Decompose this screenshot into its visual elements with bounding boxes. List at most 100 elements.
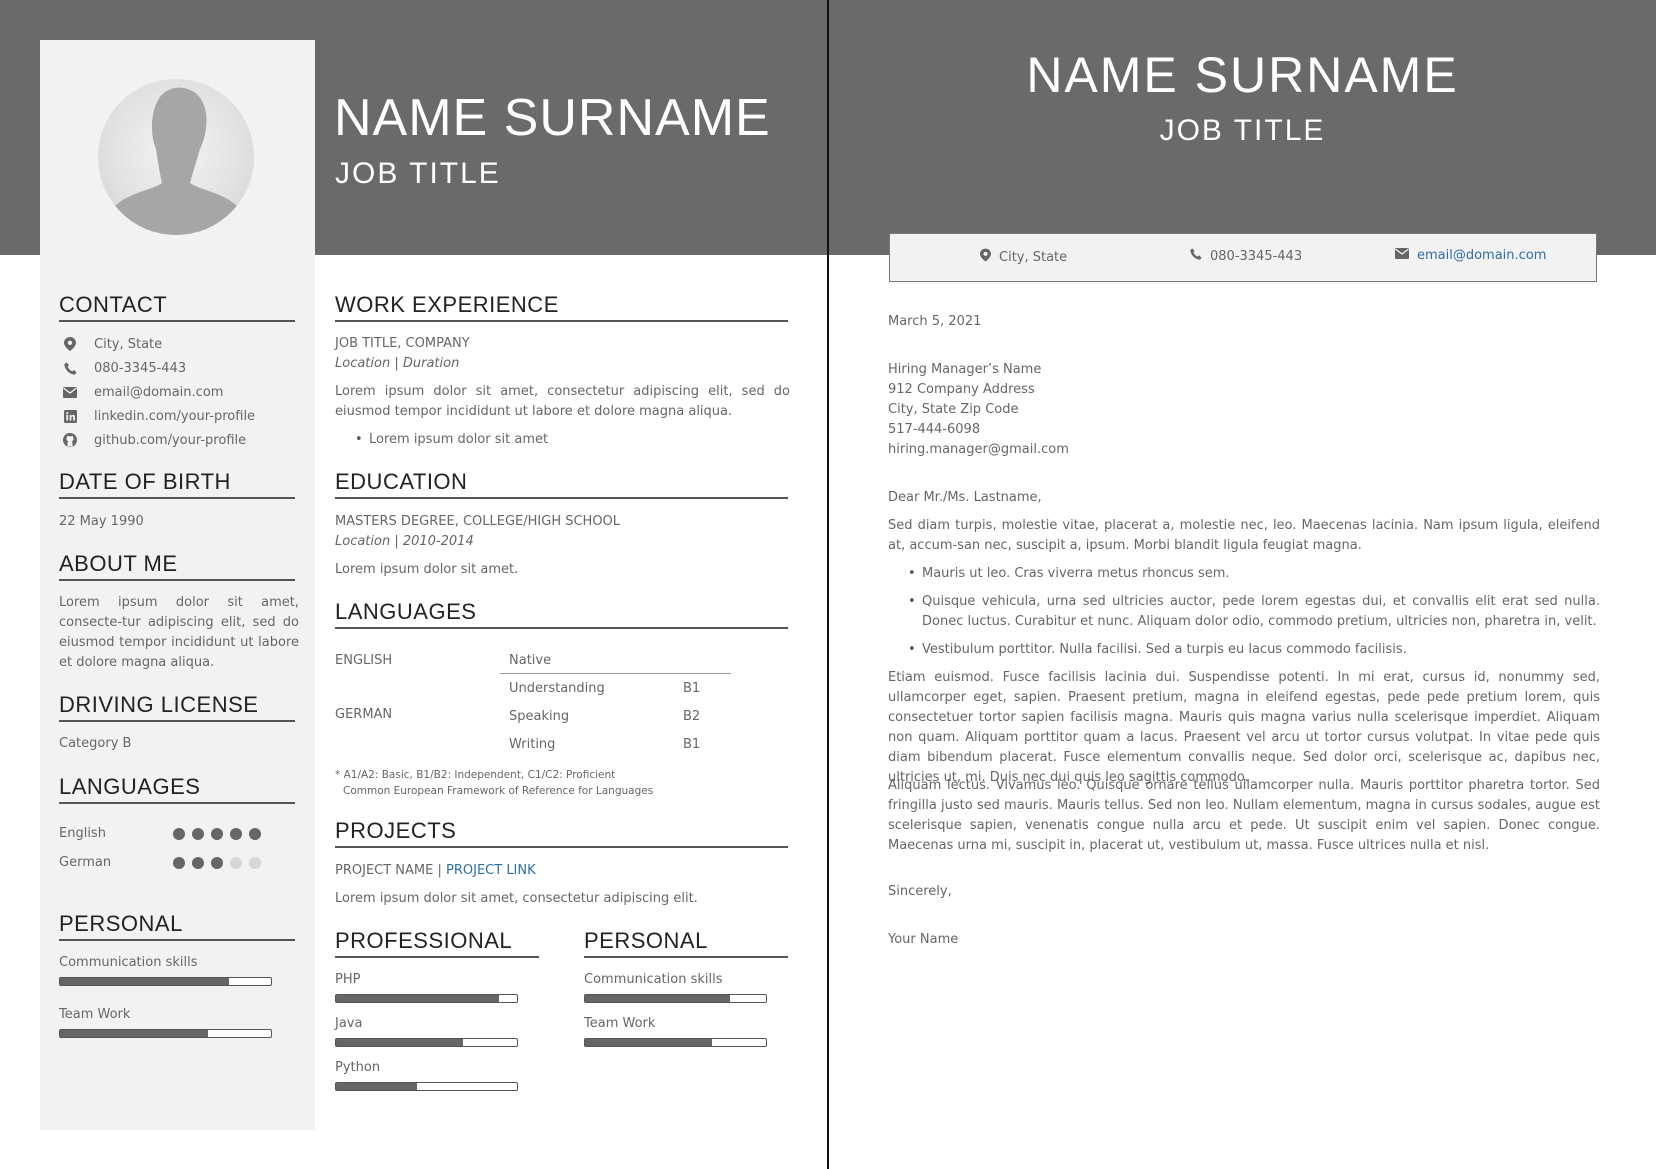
bar-fill <box>336 1039 463 1046</box>
language-german-skill-3: Writing <box>509 737 556 752</box>
letter-contact-box: City, State 080-3345-443 email@domain.co… <box>889 233 1597 282</box>
rating-dot <box>192 828 204 840</box>
rating-dot <box>192 857 204 869</box>
languages-heading: LANGUAGES <box>335 599 788 629</box>
recipient-name: Hiring Manager’s Name <box>888 362 1042 377</box>
rating-dot <box>211 828 223 840</box>
email-icon <box>62 384 78 400</box>
side-personal-heading: PERSONAL <box>59 911 295 941</box>
about-heading: ABOUT ME <box>59 551 295 581</box>
resume-page: NAME SURNAME JOB TITLE CONTACT City, Sta… <box>0 0 827 1169</box>
recipient-phone: 517-444-6098 <box>888 422 981 437</box>
contact-phone-text: 080-3345-443 <box>94 360 187 376</box>
letter-signature: Your Name <box>888 932 959 947</box>
work-role: JOB TITLE, COMPANY <box>335 336 470 351</box>
work-bullet: Lorem ipsum dolor sit amet <box>355 432 548 447</box>
language-english-level: Native <box>509 653 552 668</box>
cover-letter-page: NAME SURNAME JOB TITLE City, State 080-3… <box>829 0 1656 1169</box>
languages-table-divider <box>500 673 731 674</box>
bar-fill <box>585 1039 712 1046</box>
language-german-level-3: B1 <box>683 737 701 752</box>
project-description: Lorem ipsum dolor sit amet, consectetur … <box>335 891 698 906</box>
language-german-level-1: B1 <box>683 681 701 696</box>
main-skill-communication-bar <box>584 994 767 1003</box>
bar-fill <box>60 978 229 985</box>
resume-name: NAME SURNAME <box>334 89 771 147</box>
rating-dot <box>249 828 261 840</box>
letter-bullet-2: Quisque vehicula, urna sed ultricies auc… <box>908 592 1600 632</box>
side-skill-communication-bar <box>59 977 272 986</box>
cefr-link[interactable]: Common European Framework of Reference f… <box>343 785 653 797</box>
main-skill-teamwork-bar <box>584 1038 767 1047</box>
contact-linkedin[interactable]: linkedin.com/your-profile <box>62 406 255 426</box>
phone-icon <box>62 360 78 376</box>
work-description: Lorem ipsum dolor sit amet, consectetur … <box>335 384 790 419</box>
contact-github[interactable]: github.com/your-profile <box>62 430 246 450</box>
letter-contact-email[interactable]: email@domain.com <box>1395 248 1546 263</box>
letter-intro: Sed diam turpis, molestie vitae, placera… <box>888 518 1600 553</box>
contact-linkedin-link[interactable]: linkedin.com/your-profile <box>94 409 255 424</box>
side-skill-communication: Communication skills <box>59 955 198 970</box>
rating-dot <box>173 857 185 869</box>
letter-bullet-1: Mauris ut leo. Cras viverra metus rhoncu… <box>908 564 1600 584</box>
letter-date: March 5, 2021 <box>888 314 982 329</box>
main-skill-communication: Communication skills <box>584 972 723 987</box>
project-name: PROJECT NAME | <box>335 863 442 878</box>
contact-location-text: City, State <box>94 336 163 352</box>
language-german-level-2: B2 <box>683 709 701 724</box>
side-language-german: German <box>59 855 112 870</box>
letter-contact-phone: 080-3345-443 <box>1190 248 1302 264</box>
main-skill-teamwork: Team Work <box>584 1016 656 1031</box>
language-german-name: GERMAN <box>335 707 393 722</box>
education-heading: EDUCATION <box>335 469 788 499</box>
contact-email[interactable]: email@domain.com <box>62 382 223 402</box>
bar-fill <box>336 1083 418 1090</box>
main-personal-heading: PERSONAL <box>584 928 788 958</box>
skill-java-bar <box>335 1038 518 1047</box>
contact-github-link[interactable]: github.com/your-profile <box>94 433 246 448</box>
rating-dot <box>230 828 242 840</box>
bar-fill <box>585 995 730 1002</box>
bar-fill <box>60 1030 208 1037</box>
contact-phone: 080-3345-443 <box>62 358 186 378</box>
letter-closing: Sincerely, <box>888 884 952 899</box>
letter-contact-location: City, State <box>980 248 1067 266</box>
letter-job-title: JOB TITLE <box>1159 114 1326 147</box>
letter-phone-text: 080-3345-443 <box>1210 248 1303 264</box>
letter-location-text: City, State <box>999 249 1068 265</box>
letter-paragraph-2: Aliquam lectus. Vivamus leo. Quisque orn… <box>888 778 1600 853</box>
language-english-name: ENGLISH <box>335 653 393 668</box>
side-skill-teamwork: Team Work <box>59 1007 131 1022</box>
rating-dot <box>211 857 223 869</box>
language-note: * A1/A2: Basic, B1/B2: Independent, C1/C… <box>335 769 616 781</box>
skill-php: PHP <box>335 972 361 987</box>
education-meta: Location | 2010-2014 <box>335 534 474 549</box>
project-link[interactable]: PROJECT LINK <box>446 863 536 878</box>
recipient-email: hiring.manager@gmail.com <box>888 442 1069 457</box>
skill-java: Java <box>335 1016 363 1031</box>
letter-name: NAME SURNAME <box>1026 47 1459 103</box>
work-heading: WORK EXPERIENCE <box>335 292 788 322</box>
contact-location: City, State <box>62 334 162 354</box>
linkedin-icon <box>62 408 78 424</box>
contact-email-link[interactable]: email@domain.com <box>94 385 223 400</box>
recipient-address: 912 Company Address <box>888 382 1035 397</box>
location-icon <box>62 336 78 352</box>
letter-salutation: Dear Mr./Ms. Lastname, <box>888 490 1042 505</box>
rating-dot <box>173 828 185 840</box>
letter-bullet-3: Vestibulum porttitor. Nulla facilisi. Se… <box>908 640 1600 660</box>
contact-heading: CONTACT <box>59 292 295 322</box>
dob-heading: DATE OF BIRTH <box>59 469 295 499</box>
education-degree: MASTERS DEGREE, COLLEGE/HIGH SCHOOL <box>335 514 621 529</box>
language-rating-english <box>173 828 261 840</box>
person-silhouette-icon <box>104 87 248 235</box>
language-german-skill-2: Speaking <box>509 709 570 724</box>
skill-python: Python <box>335 1060 381 1075</box>
bar-fill <box>336 995 499 1002</box>
rating-dot <box>230 857 242 869</box>
professional-heading: PROFESSIONAL <box>335 928 539 958</box>
about-text: Lorem ipsum dolor sit amet, consecte-tur… <box>59 595 299 670</box>
skill-python-bar <box>335 1082 518 1091</box>
letter-email-link[interactable]: email@domain.com <box>1417 248 1546 263</box>
email-icon <box>1395 248 1409 263</box>
